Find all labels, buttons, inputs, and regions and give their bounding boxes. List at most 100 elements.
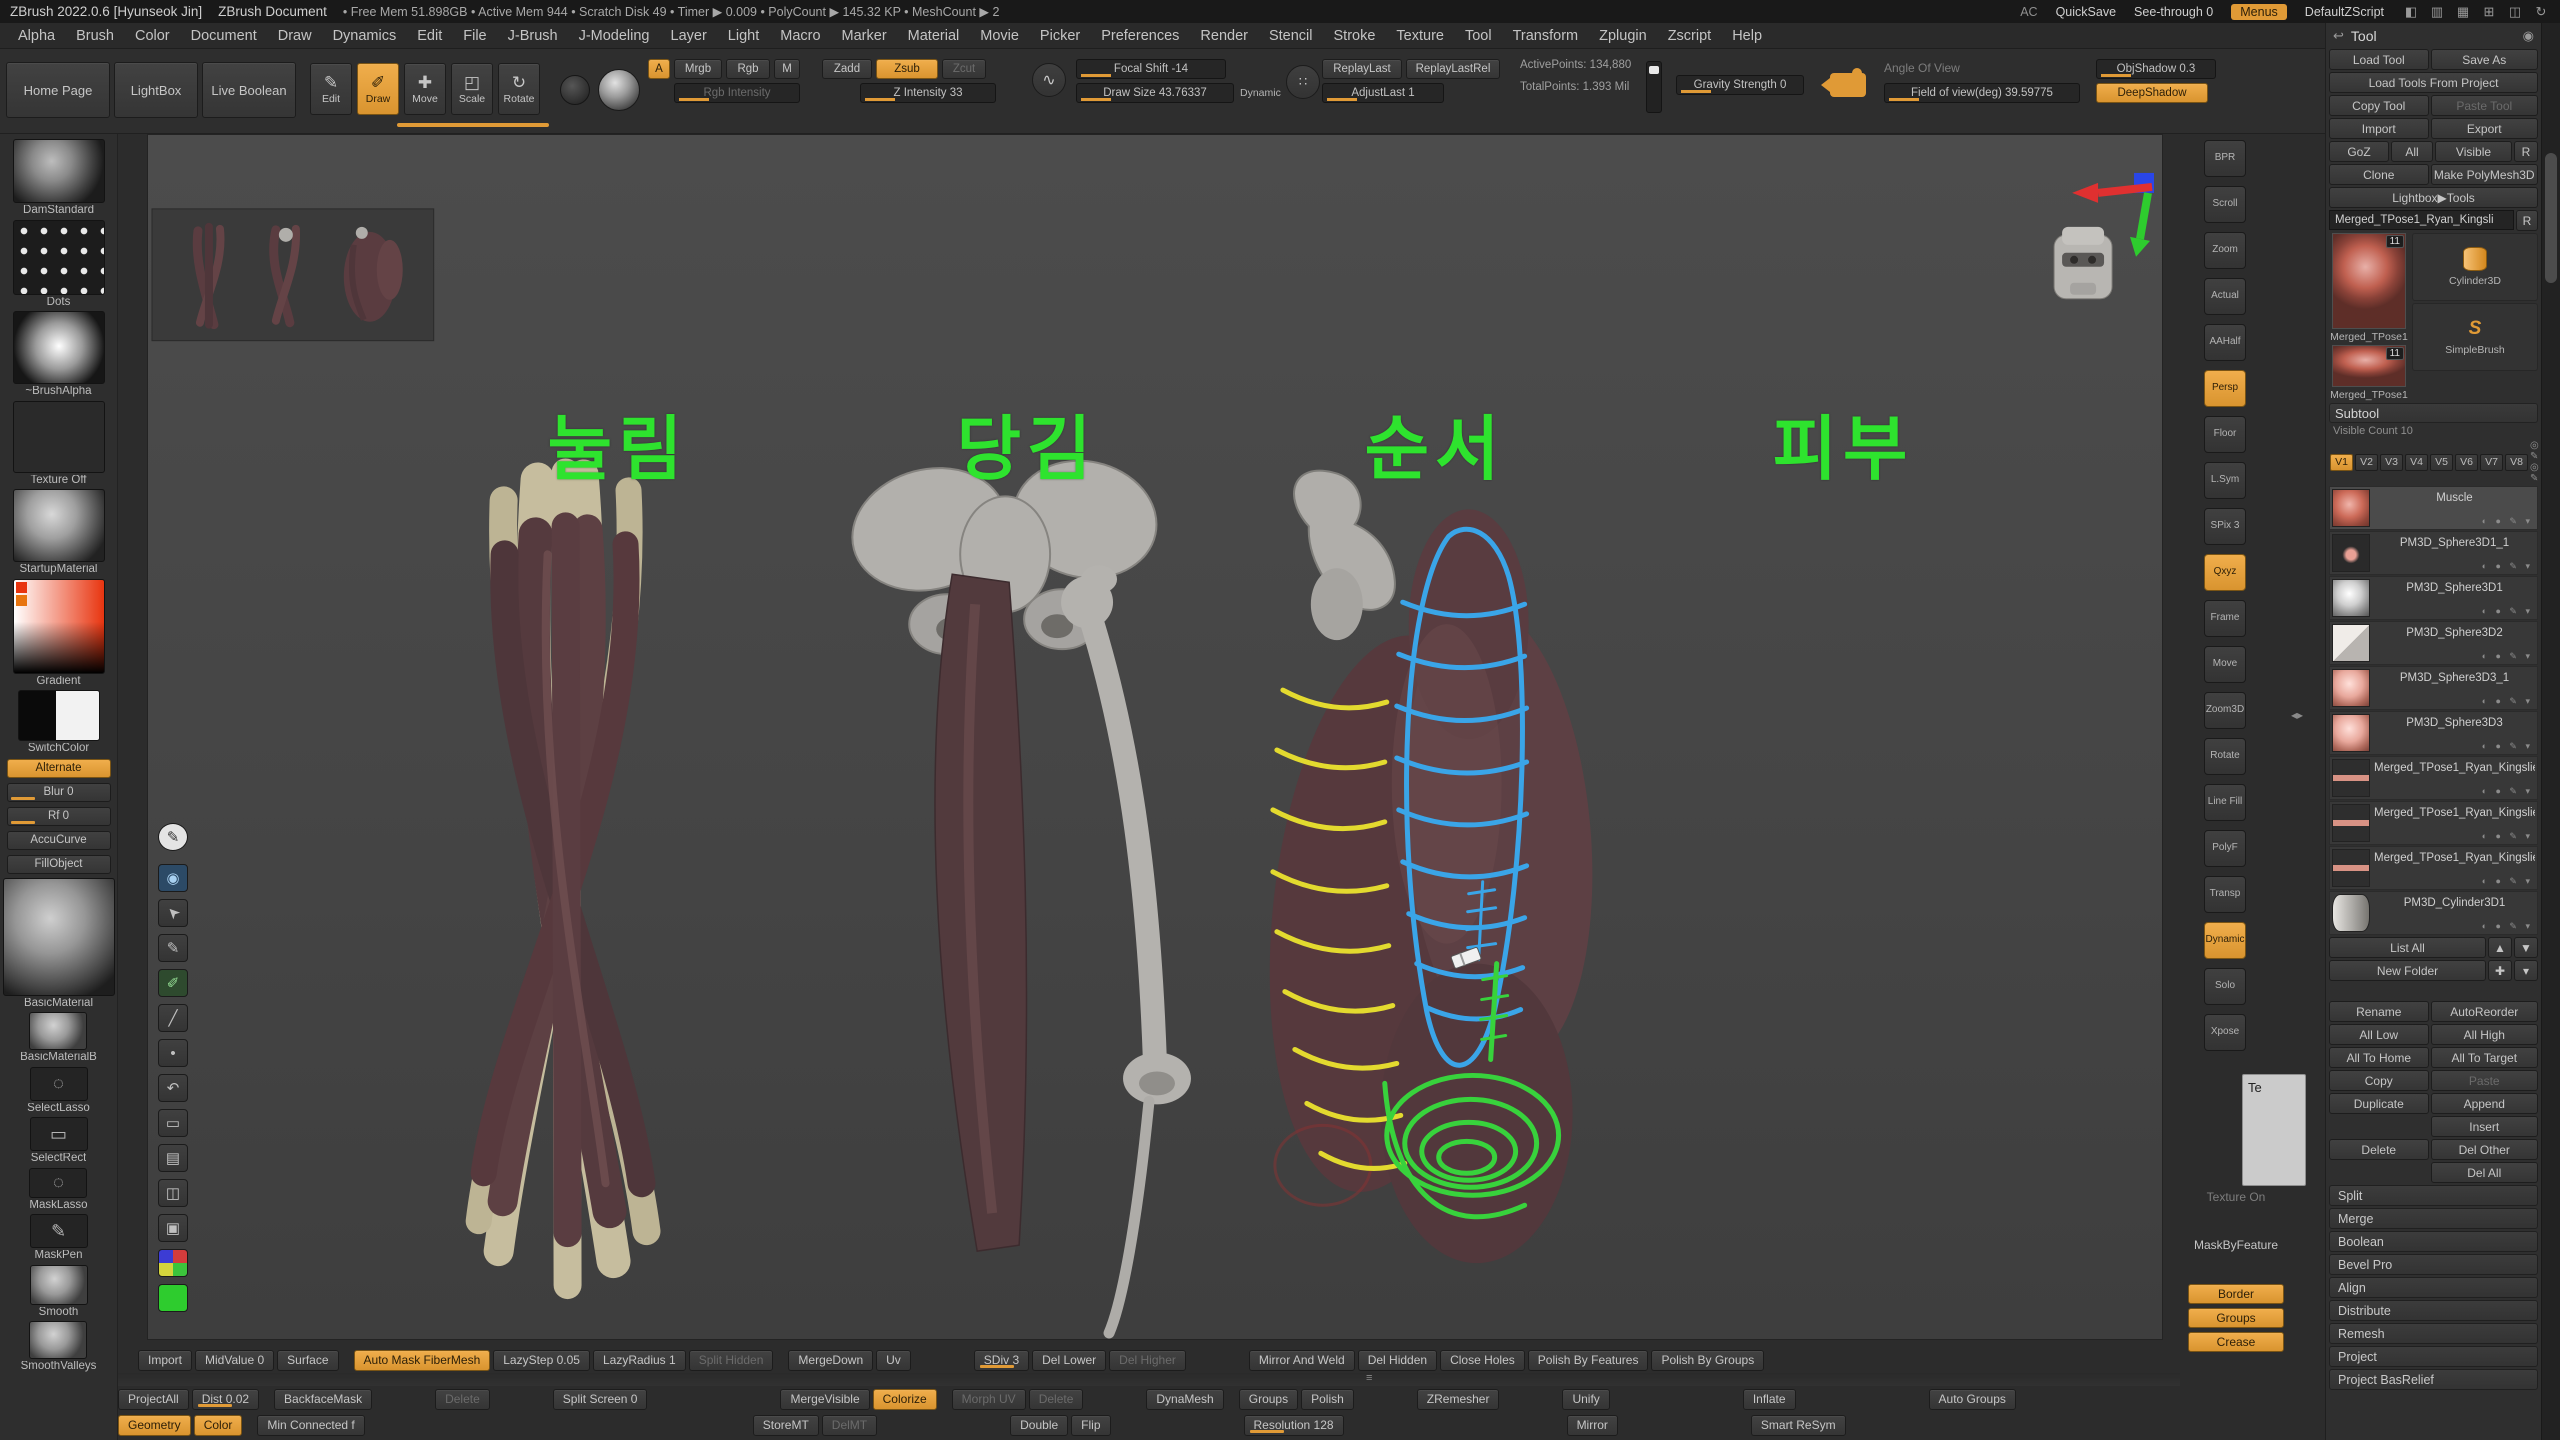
move3d-button[interactable]: Move <box>2204 646 2246 683</box>
lightbox-tools-button[interactable]: Lightbox▶Tools <box>2329 187 2538 208</box>
sidebar-item[interactable]: StartupMaterial <box>13 489 105 576</box>
sidebar-thumbnail[interactable] <box>18 690 100 741</box>
menu-item[interactable]: Layer <box>661 26 717 46</box>
sidebar-thumbnail[interactable] <box>29 1321 87 1359</box>
notes-tool-icon[interactable]: ▤ <box>158 1144 188 1172</box>
sidebar-item[interactable]: BasicMaterial <box>3 878 115 1010</box>
folder-collapse-icon[interactable]: ▾ <box>2514 960 2538 981</box>
palette-undock-icon[interactable]: ↩ <box>2333 28 2344 44</box>
paste-subtool-button[interactable]: Paste <box>2431 1070 2538 1091</box>
shelf-button[interactable]: Dist 0.02 <box>192 1389 259 1410</box>
shelf-button[interactable]: LazyRadius 1 <box>593 1350 686 1371</box>
material-preview-sphere[interactable] <box>598 69 640 111</box>
frame-tool-icon[interactable]: ▭ <box>158 1109 188 1137</box>
sidebar-item[interactable]: SmoothValleys <box>21 1321 97 1373</box>
menu-item[interactable]: Transform <box>1503 26 1589 46</box>
solo-button[interactable]: Solo <box>2204 968 2246 1005</box>
bpr-button[interactable]: BPR <box>2204 140 2246 177</box>
subtool-row[interactable]: PM3D_Sphere3D3 ◐ ● ✎ ▾ <box>2329 711 2538 755</box>
shelf-button[interactable]: Split Hidden <box>689 1350 774 1371</box>
shelf-button[interactable]: SDiv 3 <box>974 1350 1029 1371</box>
see-through-slider[interactable]: See-through 0 <box>2134 5 2213 19</box>
subtool-thumbnail[interactable] <box>2332 894 2370 932</box>
shelf-button[interactable]: Auto Groups <box>1929 1389 2016 1410</box>
zoom3d-button[interactable]: Zoom3D <box>2204 692 2246 729</box>
shelf-button[interactable]: Color <box>194 1415 243 1436</box>
visibility-eye-icon[interactable]: ◉ <box>158 864 188 892</box>
all-to-target-button[interactable]: All To Target <box>2431 1047 2538 1068</box>
shelf-button[interactable]: Polish By Groups <box>1651 1350 1764 1371</box>
subtool-row-icons[interactable]: ◐ ● ✎ ▾ <box>2482 516 2535 527</box>
divider-handle[interactable]: ≡ <box>1366 1372 1372 1384</box>
live-boolean-button[interactable]: Live Boolean <box>202 62 296 118</box>
menu-item[interactable]: Preferences <box>1091 26 1189 46</box>
subtool-row-icons[interactable]: ◐ ● ✎ ▾ <box>2482 696 2535 707</box>
shelf-button[interactable]: ZRemesher <box>1417 1389 1500 1410</box>
shelf-button[interactable]: Min Connected f <box>257 1415 364 1436</box>
document-canvas[interactable]: 눌림 당김 순서 피부 ✎ ◉ ➤ ✎ ✐ ╱ • ↶ ▭ ▤ ◫ ▣ <box>147 134 2163 1340</box>
subtool-row[interactable]: PM3D_Cylinder3D1 ◐ ● ✎ ▾ <box>2329 891 2538 935</box>
active-tool-thumbnail[interactable]: 11 <box>2332 233 2406 329</box>
shelf-button[interactable]: Delete <box>435 1389 490 1410</box>
subtool-subsection[interactable]: Align <box>2329 1277 2538 1298</box>
shelf-button[interactable]: Split Screen 0 <box>553 1389 648 1410</box>
mask-by-feature-button[interactable]: MaskByFeature <box>2186 1238 2286 1252</box>
subtool-row[interactable]: PM3D_Sphere3D3_1 ◐ ● ✎ ▾ <box>2329 666 2538 710</box>
camera-head-widget[interactable] <box>2054 227 2112 299</box>
menu-item[interactable]: Light <box>718 26 769 46</box>
sidebar-button[interactable]: Alternate <box>7 759 111 778</box>
m-button[interactable]: M <box>774 59 800 79</box>
marker-tool-icon[interactable]: ✐ <box>158 969 188 997</box>
rgb-intensity-slider[interactable]: Rgb Intensity <box>674 83 800 103</box>
menu-item[interactable]: Edit <box>407 26 452 46</box>
goz-visible-button[interactable]: Visible <box>2435 141 2512 162</box>
subtool-thumbnail[interactable] <box>2332 714 2370 752</box>
sidebar-button[interactable]: FillObject <box>7 855 111 874</box>
subtool-row-icons[interactable]: ◐ ● ✎ ▾ <box>2482 921 2535 932</box>
shelf-button[interactable]: Mirror And Weld <box>1249 1350 1355 1371</box>
edit-mode-button[interactable]: ✎ Edit <box>310 63 352 115</box>
pen-tool-icon[interactable]: ✎ <box>158 934 188 962</box>
make-polymesh3d-button[interactable]: Make PolyMesh3D <box>2431 164 2538 185</box>
del-all-button[interactable]: Del All <box>2431 1162 2538 1183</box>
shelf-button[interactable]: Uv <box>876 1350 911 1371</box>
menu-item[interactable]: Texture <box>1386 26 1454 46</box>
polyframe-button[interactable]: PolyF <box>2204 830 2246 867</box>
sidebar-item[interactable]: DamStandard <box>13 139 105 217</box>
subtool-subsection[interactable]: Bevel Pro <box>2329 1254 2538 1275</box>
refresh-icon[interactable]: ↻ <box>2532 4 2550 20</box>
subtool-header-icons[interactable]: ◎ ✎ ◎ ✎ <box>2530 440 2541 484</box>
quicksave-button[interactable]: QuickSave <box>2056 5 2116 19</box>
shelf-button[interactable]: Del Hidden <box>1358 1350 1437 1371</box>
spotlight-pen-icon[interactable]: ✎ <box>158 823 188 851</box>
menu-item[interactable]: Zscript <box>1658 26 1722 46</box>
subtool-thumbnail[interactable] <box>2332 804 2370 842</box>
replay-last-button[interactable]: ReplayLast <box>1322 59 1402 79</box>
z-intensity-slider[interactable]: Z Intensity 33 <box>860 83 996 103</box>
dynamic-button[interactable]: Dynamic <box>2204 922 2246 959</box>
green-swatch-icon[interactable] <box>158 1284 188 1312</box>
rename-r-button[interactable]: R <box>2516 210 2538 231</box>
actual-button[interactable]: Actual <box>2204 278 2246 315</box>
subtool-row-icons[interactable]: ◐ ● ✎ ▾ <box>2482 831 2535 842</box>
rotate-mode-button[interactable]: ↻ Rotate <box>498 63 540 115</box>
sidebar-thumbnail[interactable] <box>13 579 105 674</box>
subtool-section-header[interactable]: Subtool <box>2329 403 2538 423</box>
focal-shift-slider[interactable]: Focal Shift -14 <box>1076 59 1226 79</box>
color-swatches-icon[interactable] <box>158 1249 188 1277</box>
rows-icon[interactable]: ▥ <box>2428 4 2446 20</box>
adjust-last-slider[interactable]: AdjustLast 1 <box>1322 83 1444 103</box>
grid-icon[interactable]: ▦ <box>2454 4 2472 20</box>
shelf-button[interactable]: Colorize <box>873 1389 937 1410</box>
menu-item[interactable]: Color <box>125 26 180 46</box>
shelf-button[interactable]: LazyStep 0.05 <box>493 1350 590 1371</box>
split-view-icon[interactable]: ◫ <box>2506 4 2524 20</box>
paste-tool-button[interactable]: Paste Tool <box>2431 95 2538 116</box>
shelf-button[interactable]: Resolution 128 <box>1244 1415 1344 1436</box>
xpose-button[interactable]: Xpose <box>2204 1014 2246 1051</box>
draw-mode-button[interactable]: ✐ Draw <box>357 63 399 115</box>
subtool-version-tab[interactable]: V3 <box>2380 454 2403 471</box>
frame-button[interactable]: Frame <box>2204 600 2246 637</box>
shelf-button[interactable]: Del Higher <box>1109 1350 1186 1371</box>
duplicate-button[interactable]: Duplicate <box>2329 1093 2429 1114</box>
